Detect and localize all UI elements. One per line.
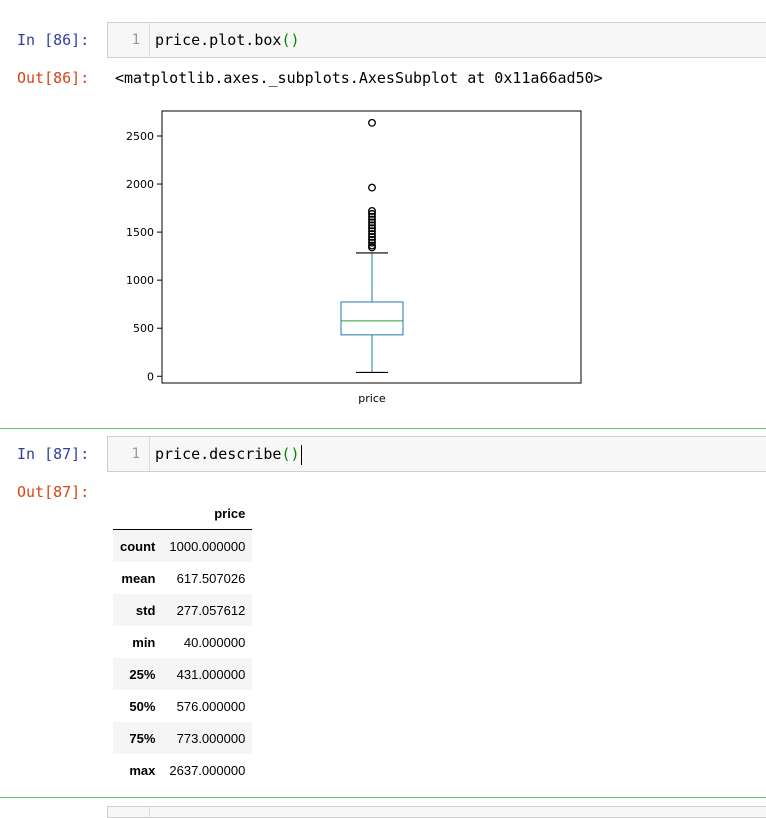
row-label: 50% xyxy=(129,698,156,714)
code-text: price.describe xyxy=(155,445,282,463)
table-header-row: price xyxy=(113,497,253,530)
row-value: 431.000000 xyxy=(176,666,246,682)
line-number-gutter xyxy=(108,807,150,817)
row-value: 2637.000000 xyxy=(169,762,246,778)
iqr-box xyxy=(340,301,404,336)
table-row: 75% 773.000000 xyxy=(113,722,253,754)
row-value: 773.000000 xyxy=(176,730,246,746)
next-cell-input-area[interactable] xyxy=(107,806,766,818)
notebook-cell-86[interactable]: In [86]: 1 price.plot.box() Out[86]: <ma… xyxy=(0,0,766,430)
row-label: mean xyxy=(121,570,156,586)
row-label: count xyxy=(120,538,156,554)
code-line[interactable]: price.plot.box() xyxy=(155,23,300,57)
table-row: 50% 576.000000 xyxy=(113,690,252,722)
line-number: 1 xyxy=(108,437,150,471)
outlier-point xyxy=(368,183,376,192)
row-value: 1000.000000 xyxy=(169,538,246,554)
row-label: max xyxy=(129,762,156,778)
table-row: min 40.000000 xyxy=(113,626,252,658)
box-plot-chart: 0 500 1000 1500 2000 2500 price xyxy=(126,110,582,405)
y-tick-label: 2000 xyxy=(126,178,154,191)
outlier-point xyxy=(368,118,376,127)
line-number: 1 xyxy=(108,23,150,57)
code-input-area[interactable]: 1 price.plot.box() xyxy=(107,22,766,58)
x-tick-label-price: price xyxy=(358,392,386,405)
y-tick-label: 500 xyxy=(133,322,154,335)
output-prompt: Out[86]: xyxy=(17,69,90,87)
y-tick-label: 1500 xyxy=(126,226,154,239)
row-label: min xyxy=(132,634,156,650)
row-label: std xyxy=(135,602,156,618)
index-header xyxy=(113,497,163,530)
row-value: 617.507026 xyxy=(176,570,246,586)
box-elements xyxy=(340,118,404,374)
output-repr-text: <matplotlib.axes._subplots.AxesSubplot a… xyxy=(115,69,603,87)
table-row: count 1000.000000 xyxy=(113,529,253,562)
code-parens: () xyxy=(281,445,300,463)
y-tick-label: 2500 xyxy=(126,130,154,143)
row-label: 75% xyxy=(129,730,156,746)
text-cursor xyxy=(300,444,302,465)
row-value: 576.000000 xyxy=(176,698,246,714)
table-row: std 277.057612 xyxy=(113,594,253,626)
input-prompt: In [87]: xyxy=(17,445,90,463)
row-value: 40.000000 xyxy=(183,634,246,650)
table-row: max 2637.000000 xyxy=(113,754,252,786)
y-tick-label: 1000 xyxy=(126,274,154,287)
y-tick-label: 0 xyxy=(147,370,154,383)
y-axis-ticks: 0 500 1000 1500 2000 2500 xyxy=(126,130,162,383)
row-label: 25% xyxy=(129,666,156,682)
code-line[interactable]: price.describe() xyxy=(155,437,302,471)
output-prompt: Out[87]: xyxy=(17,483,90,501)
describe-dataframe-table: price count 1000.000000 mean 617.507026 st… xyxy=(113,497,253,786)
code-parens: () xyxy=(281,31,300,49)
code-text: price.plot.box xyxy=(155,31,282,49)
code-input-area[interactable]: 1 price.describe() xyxy=(107,436,766,472)
cell-separator xyxy=(0,428,766,429)
row-value: 277.057612 xyxy=(176,602,246,618)
table-row: 25% 431.000000 xyxy=(113,658,253,690)
column-header-price: price xyxy=(162,497,253,530)
cell-separator xyxy=(0,797,766,798)
input-prompt: In [86]: xyxy=(17,31,90,49)
table-row: mean 617.507026 xyxy=(113,562,252,594)
